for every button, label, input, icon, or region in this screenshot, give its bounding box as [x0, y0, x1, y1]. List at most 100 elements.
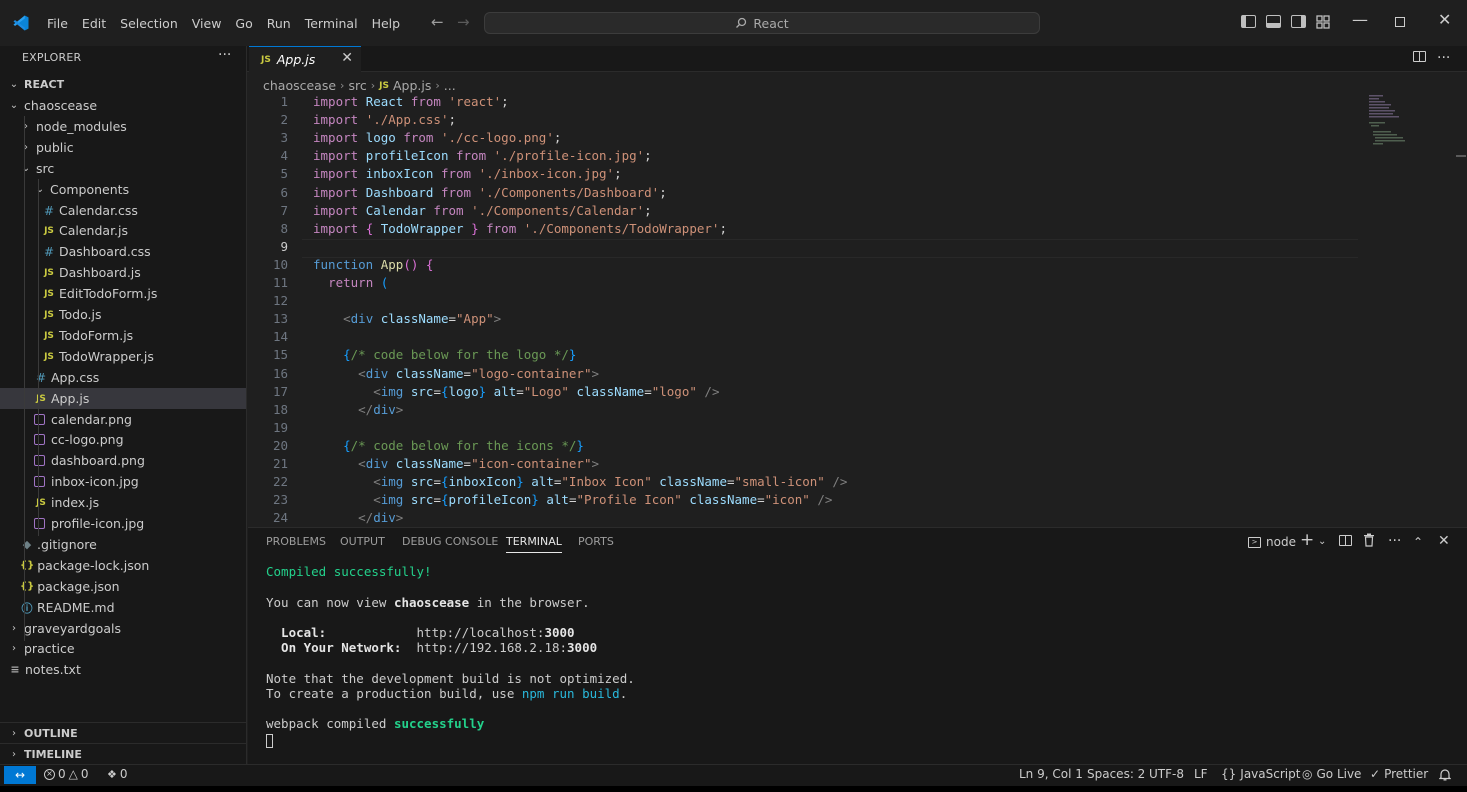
code-line[interactable]: 14 — [248, 329, 1448, 347]
code-line[interactable]: 3 import logo from './cc-logo.png'; — [248, 130, 1448, 148]
timeline-section[interactable]: › TIMELINE — [0, 743, 246, 765]
code-line[interactable]: 19 — [248, 420, 1448, 438]
tab-output[interactable]: OUTPUT — [340, 535, 385, 548]
panel-more-actions-icon[interactable]: ··· — [1388, 533, 1401, 549]
minimize-icon[interactable]: — — [1352, 10, 1368, 29]
breadcrumb-item[interactable]: ... — [444, 78, 456, 93]
tree-item[interactable]: # Calendar.css — [0, 200, 246, 221]
tab-problems[interactable]: PROBLEMS — [266, 535, 326, 548]
terminal-prompt[interactable] — [266, 732, 273, 748]
split-editor-icon[interactable] — [1413, 51, 1426, 62]
code-line[interactable]: 12 — [248, 293, 1448, 311]
code-line[interactable]: 15 {/* code below for the logo */} — [248, 347, 1448, 365]
code-line[interactable]: 5 import inboxIcon from './inbox-icon.jpg… — [248, 166, 1448, 184]
menu-help[interactable]: Help — [365, 14, 408, 33]
code-line[interactable]: 18 </div> — [248, 402, 1448, 420]
close-window-icon[interactable]: ✕ — [1438, 10, 1451, 29]
tab-terminal[interactable]: TERMINAL — [506, 535, 562, 553]
tree-item[interactable]: {} package-lock.json — [0, 555, 246, 576]
language-mode[interactable]: {} JavaScript — [1221, 767, 1300, 781]
tree-item[interactable]: # Dashboard.css — [0, 241, 246, 262]
menu-view[interactable]: View — [185, 14, 229, 33]
code-line[interactable]: 1 import React from 'react'; — [248, 94, 1448, 112]
forward-arrow-icon[interactable]: → — [457, 13, 470, 31]
bell-icon[interactable] — [1439, 768, 1451, 781]
tree-item[interactable]: › public — [0, 137, 246, 158]
tree-item[interactable]: JS EditTodoForm.js — [0, 283, 246, 304]
terminal-network-port[interactable]: 3000 — [567, 640, 597, 655]
code-line[interactable]: 11 return ( — [248, 275, 1448, 293]
tree-item[interactable]: › practice — [0, 638, 246, 659]
tree-item[interactable]: inbox-icon.jpg — [0, 471, 246, 492]
tab-ports[interactable]: PORTS — [578, 535, 614, 548]
breadcrumb-item[interactable]: App.js — [393, 78, 431, 93]
terminal-local-port[interactable]: 3000 — [544, 625, 574, 640]
tree-item[interactable]: JS Todo.js — [0, 304, 246, 325]
split-terminal-icon[interactable] — [1339, 535, 1352, 546]
breadcrumb-item[interactable]: chaoscease — [263, 78, 336, 93]
close-tab-icon[interactable]: ✕ — [341, 50, 353, 66]
tree-item[interactable]: JS Calendar.js — [0, 220, 246, 241]
trash-icon[interactable] — [1363, 533, 1375, 547]
prettier-button[interactable]: ✓ Prettier — [1370, 767, 1428, 781]
terminal-selector[interactable]: > node — [1248, 535, 1296, 549]
tree-item[interactable]: ⌄ Components — [0, 179, 246, 200]
tree-item[interactable]: # App.css — [0, 367, 246, 388]
code-line[interactable]: 10 function App() { — [248, 257, 1448, 275]
code-line[interactable]: 24 </div> — [248, 510, 1448, 526]
code-line[interactable]: 2 import './App.css'; — [248, 112, 1448, 130]
maximize-panel-icon[interactable]: ⌃ — [1413, 535, 1423, 549]
tree-item[interactable]: {} package.json — [0, 576, 246, 597]
code-line[interactable]: 20 {/* code below for the icons */} — [248, 438, 1448, 456]
tree-item[interactable]: JS TodoWrapper.js — [0, 346, 246, 367]
ports-indicator[interactable]: ❖ 0 — [107, 767, 128, 781]
code-line[interactable]: 8 import { TodoWrapper } from './Componen… — [248, 221, 1448, 239]
end-of-line[interactable]: LF — [1194, 767, 1208, 781]
customize-layout-icon[interactable] — [1316, 15, 1330, 29]
code-line[interactable]: 16 <div className="logo-container"> — [248, 366, 1448, 384]
tree-item[interactable]: profile-icon.jpg — [0, 513, 246, 534]
tree-item[interactable]: ≡ notes.txt — [0, 659, 246, 680]
code-line[interactable]: 6 import Dashboard from './Components/Das… — [248, 185, 1448, 203]
tree-item[interactable]: ⌄ chaoscease — [0, 95, 246, 116]
minimap[interactable] — [1366, 94, 1426, 154]
toggle-secondary-sidebar-icon[interactable] — [1291, 15, 1306, 28]
code-editor[interactable]: 1 import React from 'react'; 2 import './Ap… — [248, 94, 1458, 526]
outline-section[interactable]: › OUTLINE — [0, 722, 246, 744]
problems-indicator[interactable]: × 0 △ 0 — [44, 767, 89, 781]
tab-debug-console[interactable]: DEBUG CONSOLE — [402, 535, 498, 548]
menu-run[interactable]: Run — [260, 14, 298, 33]
code-line[interactable]: 23 <img src={profileIcon} alt="Profile I… — [248, 492, 1448, 510]
tree-item[interactable]: cc-logo.png — [0, 429, 246, 450]
chevron-down-icon[interactable]: ⌄ — [1318, 536, 1326, 547]
menu-edit[interactable]: Edit — [75, 14, 113, 33]
toggle-panel-icon[interactable] — [1266, 15, 1281, 28]
code-line[interactable]: 7 import Calendar from './Components/Cale… — [248, 203, 1448, 221]
command-center-search[interactable]: React — [484, 12, 1040, 34]
tree-item[interactable]: dashboard.png — [0, 450, 246, 471]
tree-item[interactable]: › graveyardgoals — [0, 618, 246, 639]
indentation[interactable]: Spaces: 2 — [1087, 767, 1145, 781]
cursor-position[interactable]: Ln 9, Col 1 — [1019, 767, 1083, 781]
menu-terminal[interactable]: Terminal — [298, 14, 365, 33]
terminal-network-url[interactable]: http://192.168.2.18: — [417, 640, 568, 655]
code-line[interactable]: 17 <img src={logo} alt="Logo" className=… — [248, 384, 1448, 402]
editor-more-actions-icon[interactable]: ··· — [1437, 50, 1450, 66]
tree-item[interactable]: ⌄ src — [0, 158, 246, 179]
menu-go[interactable]: Go — [228, 14, 259, 33]
toggle-primary-sidebar-icon[interactable] — [1241, 15, 1256, 28]
tree-item[interactable]: ⓘ README.md — [0, 597, 246, 618]
tree-item[interactable]: › node_modules — [0, 116, 246, 137]
tree-item[interactable]: JS TodoForm.js — [0, 325, 246, 346]
close-panel-icon[interactable]: ✕ — [1438, 533, 1450, 549]
workspace-root[interactable]: ⌄ REACT — [0, 74, 246, 95]
tree-item[interactable]: calendar.png — [0, 409, 246, 430]
tree-item[interactable]: JS App.js — [0, 388, 246, 409]
remote-indicator-icon[interactable]: ↔ — [4, 766, 36, 784]
go-live-button[interactable]: ◎ Go Live — [1302, 767, 1361, 781]
code-line[interactable]: 21 <div className="icon-container"> — [248, 456, 1448, 474]
more-actions-icon[interactable]: ··· — [218, 47, 231, 63]
new-terminal-icon[interactable]: + — [1300, 530, 1314, 550]
scrollbar-thumb[interactable] — [1456, 155, 1466, 157]
restore-icon[interactable] — [1395, 17, 1405, 27]
